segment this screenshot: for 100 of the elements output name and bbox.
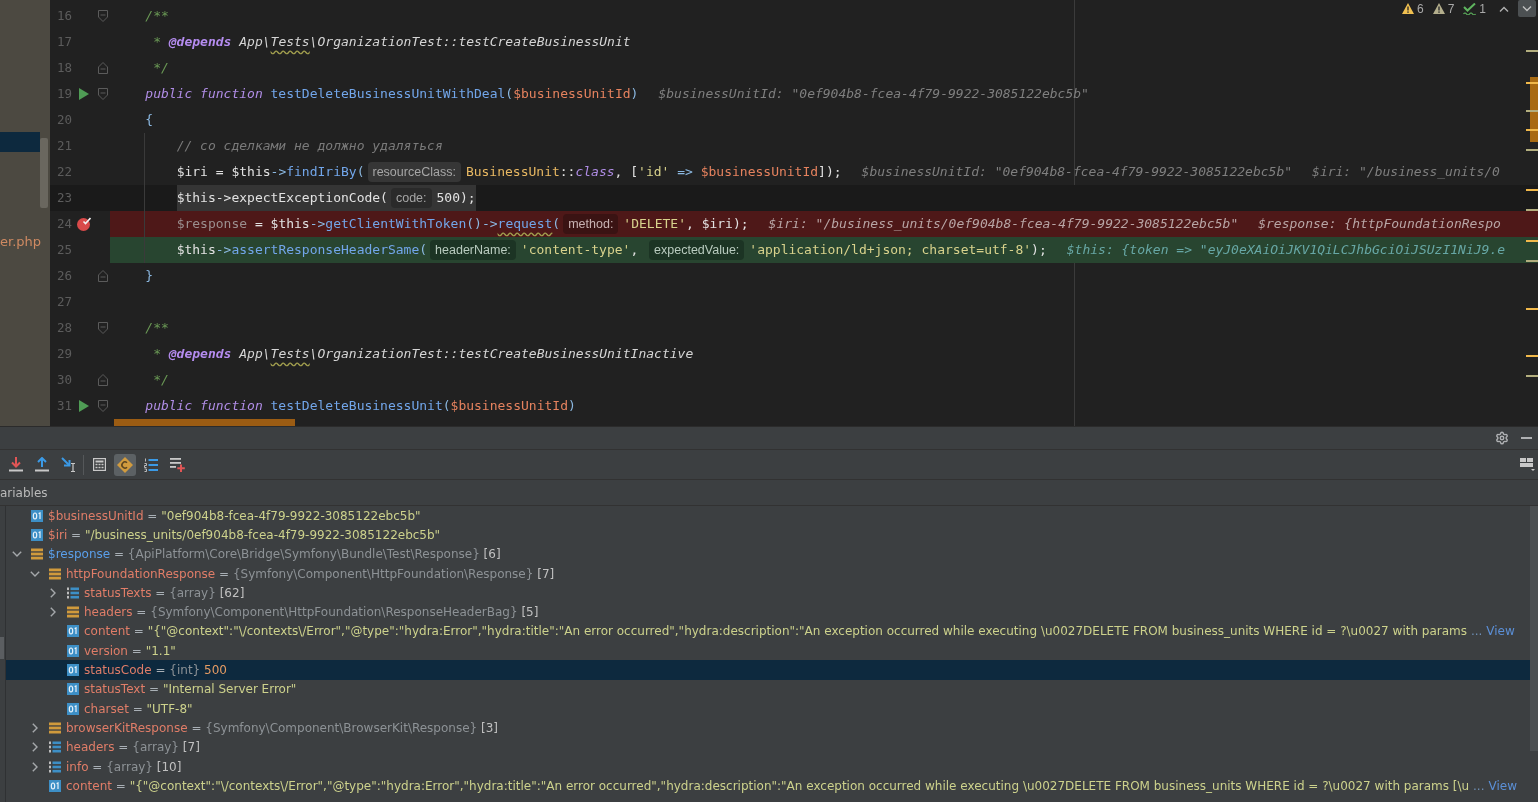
variable-text: $iri = "/business_units/0ef904b8-fcea-4f79-9922-3085122ebc5b" <box>48 526 441 544</box>
chevron-down-icon[interactable] <box>12 551 22 558</box>
inline-debug-value: $iri: "/business_units/0ef904b8-fcea-4f79-9922-3085122ebc5b" <box>768 215 1239 234</box>
variable-text: charset = "UTF-8" <box>84 700 193 718</box>
code-editor[interactable] <box>50 0 1538 426</box>
breakpoint-icon[interactable] <box>77 217 91 231</box>
variable-text: version = "1.1" <box>84 642 176 660</box>
value-icon <box>67 644 79 657</box>
chevron-up-icon[interactable] <box>1499 5 1509 12</box>
view-link[interactable]: View <box>1486 622 1515 641</box>
line-number: 23 <box>55 188 72 207</box>
value-icon <box>67 683 79 696</box>
fold-marker-icon[interactable] <box>98 400 108 412</box>
tree-row[interactable]: $iri = "/business_units/0ef904b8-fcea-4f79-9922-3085122ebc5b" <box>6 525 1530 545</box>
tree-row[interactable]: $businessUnitId = "0ef904b8-fcea-4f79-9922-3085122ebc5b" <box>6 506 1530 526</box>
layout-icon[interactable] <box>1520 458 1535 471</box>
problem-count[interactable]: 6 <box>1416 0 1424 18</box>
code-text: $iri = $this->findIriBy( <box>176 163 365 182</box>
constants-toggle[interactable] <box>114 453 136 476</box>
variable-text: info = {array} [10] <box>66 758 182 776</box>
numbered-list-icon <box>144 457 158 472</box>
inline-debug-value: $businessUnitId: "0ef904b8-fcea-4f79-9922-3085122ebc5b" <box>861 163 1293 182</box>
tree-row[interactable]: headers = {array} [7] <box>6 737 1530 757</box>
play-icon[interactable] <box>79 88 89 100</box>
next-problem-button[interactable] <box>1518 0 1536 17</box>
fold-marker-icon[interactable] <box>98 88 108 100</box>
arrow-cursor-icon <box>60 457 76 472</box>
line-number: 22 <box>55 162 72 181</box>
line-number: 25 <box>55 240 72 259</box>
bars-icon <box>31 548 43 561</box>
fold-marker-icon[interactable] <box>98 322 108 334</box>
chevron-right-icon[interactable] <box>32 761 38 772</box>
line-number: 18 <box>55 58 72 77</box>
line-number: 28 <box>55 318 72 337</box>
calculator-icon <box>92 458 106 471</box>
code-text: $this->expectExceptionCode( <box>176 189 388 208</box>
tree-row[interactable]: browserKitResponse = {Symfony\Component\BrowserKit\Response} [3] <box>6 718 1530 738</box>
settings-icon[interactable] <box>1495 431 1509 445</box>
variable-text: httpFoundationResponse = {Symfony\Component\HttpFoundation\Response} [7] <box>66 565 555 583</box>
parameter-hint: expectedValue: <box>649 240 745 260</box>
code-text: * @depends App\Tests\OrganizationTest::testCreateBusinessUnit <box>152 33 631 52</box>
inline-debug-value: $businessUnitId: "0ef904b8-fcea-4f79-9922-3085122ebc5b" <box>658 85 1089 104</box>
view-link[interactable]: View <box>1488 776 1517 795</box>
problem-count[interactable]: 1 <box>1479 0 1486 18</box>
line-number: 20 <box>55 110 72 129</box>
fold-marker-icon[interactable] <box>98 10 108 22</box>
tree-row[interactable]: version = "1.1" <box>6 641 1530 661</box>
scrollbar-thumb[interactable] <box>1530 506 1538 751</box>
scrollbar-thumb[interactable] <box>114 419 295 426</box>
line-number: 16 <box>55 6 72 25</box>
code-text: $this->assertResponseHeaderSame( <box>176 241 428 260</box>
fold-marker-icon[interactable] <box>98 374 108 386</box>
variable-text: statusTexts = {array} [62] <box>84 584 245 602</box>
code-text: /** <box>145 319 169 338</box>
chevron-down-icon[interactable] <box>30 570 40 577</box>
tree-row[interactable]: statusTexts = {array} [62] <box>6 583 1530 603</box>
fold-marker-icon[interactable] <box>98 270 108 282</box>
variable-text: headers = {Symfony\Component\HttpFoundation\ResponseHeaderBag} [5] <box>84 604 539 622</box>
value-icon <box>31 528 43 541</box>
warning-icon[interactable] <box>1432 3 1445 14</box>
code-text: * @depends App\Tests\OrganizationTest::testCreateBusinessUnitInactive <box>152 345 694 364</box>
error-stripe-drawing[interactable] <box>1526 49 1538 379</box>
chevron-right-icon[interactable] <box>50 587 56 598</box>
warning-icon[interactable] <box>1401 3 1414 14</box>
parameter-hint: code: <box>390 188 432 208</box>
code-text: 'application/ld+json; charset=utf-8'); <box>749 241 1047 260</box>
check-icon[interactable] <box>1463 2 1477 15</box>
tree-row[interactable]: charset = "UTF-8" <box>6 698 1530 719</box>
tree-row[interactable]: info = {array} [10] <box>6 756 1530 777</box>
fold-marker-icon[interactable] <box>98 62 108 74</box>
line-number: 17 <box>55 32 72 51</box>
tree-row[interactable]: statusText = "Internal Server Error" <box>6 679 1530 699</box>
variable-text: $businessUnitId = "0ef904b8-fcea-4f79-9922-3085122ebc5b" <box>48 507 421 525</box>
code-text: */ <box>152 371 169 390</box>
line-number: 29 <box>55 344 72 363</box>
tree-row[interactable]: headers = {Symfony\Component\HttpFoundation\ResponseHeaderBag} [5] <box>6 602 1530 622</box>
line-number: 19 <box>55 84 72 103</box>
bars-icon <box>49 721 61 734</box>
numbered-list-icon <box>49 760 61 773</box>
file-tree-item[interactable]: er.php <box>0 232 40 252</box>
value-icon <box>49 779 61 792</box>
chevron-right-icon[interactable] <box>32 722 38 733</box>
value-icon <box>67 702 79 715</box>
tree-row[interactable]: statusCode = {int} 500 <box>6 660 1530 680</box>
code-text: /** <box>145 7 169 26</box>
variable-text: statusCode = {int} 500 <box>84 662 227 679</box>
chevron-right-icon[interactable] <box>50 607 56 618</box>
problem-count[interactable]: 7 <box>1447 0 1455 18</box>
code-text: } <box>145 267 154 286</box>
arrow-down-icon <box>9 457 23 472</box>
tree-row[interactable]: httpFoundationResponse = {Symfony\Component\HttpFoundation\Response} [7] <box>6 563 1530 584</box>
code-text: { <box>145 111 154 130</box>
chevron-right-icon[interactable] <box>32 742 38 753</box>
bars-icon <box>67 606 79 619</box>
scrollbar-thumb[interactable] <box>40 138 48 208</box>
tree-row[interactable]: $response = {ApiPlatform\Core\Bridge\Symfony\Bundle\Test\Response} [6] <box>6 544 1530 564</box>
variable-text: headers = {array} [7] <box>66 739 200 757</box>
code-text: // со сделками не должно удаляться <box>176 137 443 156</box>
play-icon[interactable] <box>79 400 89 412</box>
line-number: 31 <box>55 396 72 415</box>
